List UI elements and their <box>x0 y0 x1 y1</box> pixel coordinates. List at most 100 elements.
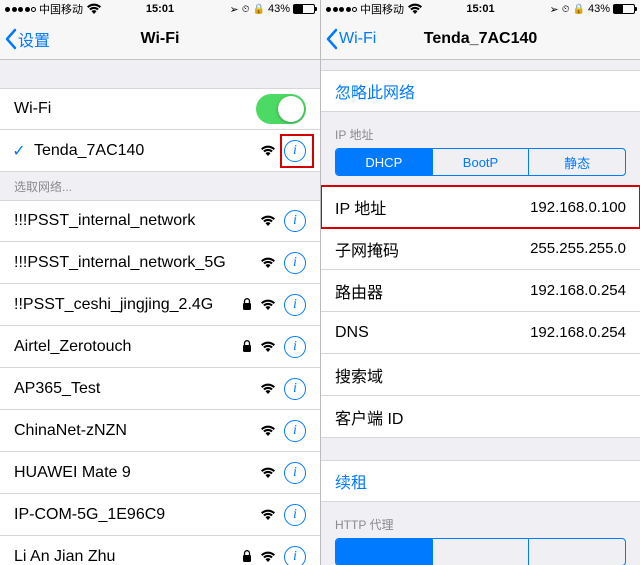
info-icon[interactable]: i <box>284 378 306 400</box>
wifi-toggle-row[interactable]: Wi-Fi <box>0 88 320 130</box>
lock-icon <box>242 550 252 563</box>
info-icon[interactable]: i <box>284 252 306 274</box>
field-key: 客户端 ID <box>335 405 626 429</box>
network-row[interactable]: !!PSST_ceshi_jingjing_2.4Gi <box>0 284 320 326</box>
nav-title: Tenda_7AC140 <box>424 30 538 48</box>
network-row[interactable]: AP365_Test i <box>0 368 320 410</box>
compass-icon: ➢ <box>229 3 238 16</box>
network-row[interactable]: Li An Jian Zhu i <box>0 536 320 565</box>
carrier-label: 中国移动 <box>360 1 404 17</box>
carrier-label: 中国移动 <box>39 1 83 17</box>
wifi-signal-icon <box>260 145 276 157</box>
proxy-tab-1[interactable] <box>336 539 433 565</box>
lock-icon <box>242 298 252 311</box>
forget-network-label: 忽略此网络 <box>335 79 626 103</box>
info-icon[interactable]: i <box>284 140 306 162</box>
field-value: 192.168.0.100 <box>530 199 626 216</box>
network-name: ChinaNet-zNZN <box>14 422 260 440</box>
rotation-lock-icon: 🔒 <box>253 4 265 15</box>
back-label: Wi-Fi <box>339 30 376 48</box>
proxy-segmented[interactable] <box>335 538 626 565</box>
wifi-status-icon <box>407 3 423 15</box>
ip-field-row[interactable]: IP 地址192.168.0.100 <box>321 186 640 228</box>
wifi-signal-icon <box>260 425 276 437</box>
alarm-icon: ⏲ <box>562 4 570 15</box>
info-icon[interactable]: i <box>284 462 306 484</box>
info-icon[interactable]: i <box>284 546 306 565</box>
info-icon[interactable]: i <box>284 504 306 526</box>
clock: 15:01 <box>146 3 174 15</box>
info-icon[interactable]: i <box>284 210 306 232</box>
renew-lease-label: 续租 <box>335 469 626 493</box>
back-button[interactable]: Wi-Fi <box>321 28 376 50</box>
info-icon[interactable]: i <box>284 420 306 442</box>
alarm-icon: ⏲ <box>242 4 250 15</box>
wifi-status-icon <box>86 3 102 15</box>
signal-dots-icon <box>326 7 357 12</box>
signal-dots-icon <box>5 7 36 12</box>
info-icon[interactable]: i <box>284 336 306 358</box>
field-value: 192.168.0.254 <box>530 282 626 299</box>
network-row[interactable]: !!!PSST_internal_network_5G i <box>0 242 320 284</box>
compass-icon: ➢ <box>549 3 558 16</box>
battery-icon <box>293 4 315 14</box>
clock: 15:01 <box>466 3 494 15</box>
forget-network-button[interactable]: 忽略此网络 <box>321 70 640 112</box>
connected-network-name: Tenda_7AC140 <box>34 142 260 160</box>
status-bar: 中国移动 15:01 ➢ ⏲ 🔒 43% <box>321 0 640 18</box>
network-name: Li An Jian Zhu <box>14 548 242 565</box>
network-name: Airtel_Zerotouch <box>14 338 242 356</box>
renew-lease-button[interactable]: 续租 <box>321 460 640 502</box>
lock-icon <box>242 340 252 353</box>
network-row[interactable]: IP-COM-5G_1E96C9 i <box>0 494 320 536</box>
nav-bar: Wi-Fi Tenda_7AC140 <box>321 18 640 60</box>
chevron-left-icon <box>325 28 339 50</box>
ip-field-row[interactable]: DNS192.168.0.254 <box>321 312 640 354</box>
ip-field-row[interactable]: 子网掩码255.255.255.0 <box>321 228 640 270</box>
network-name: !!!PSST_internal_network <box>14 212 260 230</box>
rotation-lock-icon: 🔒 <box>573 4 585 15</box>
tab-dhcp[interactable]: DHCP <box>336 149 433 175</box>
status-bar: 中国移动 15:01 ➢ ⏲ 🔒 43% <box>0 0 320 18</box>
network-name: AP365_Test <box>14 380 260 398</box>
wifi-signal-icon <box>260 215 276 227</box>
checkmark-icon: ✓ <box>10 141 28 161</box>
ip-field-row[interactable]: 路由器192.168.0.254 <box>321 270 640 312</box>
wifi-toggle-label: Wi-Fi <box>14 100 256 118</box>
network-name: !!!PSST_internal_network_5G <box>14 254 260 272</box>
choose-network-header: 选取网络... <box>0 172 320 200</box>
field-value: 192.168.0.254 <box>530 324 626 341</box>
proxy-tab-2[interactable] <box>433 539 530 565</box>
field-key: 搜索域 <box>335 363 626 387</box>
field-key: 子网掩码 <box>335 237 530 261</box>
back-label: 设置 <box>18 27 50 51</box>
proxy-tab-3[interactable] <box>529 539 625 565</box>
connected-network-row[interactable]: ✓ Tenda_7AC140 i <box>0 130 320 172</box>
wifi-signal-icon <box>260 383 276 395</box>
battery-pct: 43% <box>588 3 610 15</box>
field-key: DNS <box>335 324 530 342</box>
tab-bootp[interactable]: BootP <box>433 149 530 175</box>
tab-static[interactable]: 静态 <box>529 149 625 175</box>
ip-mode-segmented[interactable]: DHCP BootP 静态 <box>335 148 626 176</box>
chevron-left-icon <box>4 28 18 50</box>
wifi-signal-icon <box>260 467 276 479</box>
network-name: HUAWEI Mate 9 <box>14 464 260 482</box>
back-button[interactable]: 设置 <box>0 27 50 51</box>
wifi-toggle[interactable] <box>256 94 306 124</box>
ip-field-row[interactable]: 客户端 ID <box>321 396 640 438</box>
network-row[interactable]: Airtel_Zerotouch i <box>0 326 320 368</box>
wifi-signal-icon <box>260 341 276 353</box>
field-key: IP 地址 <box>335 195 530 219</box>
info-icon[interactable]: i <box>284 294 306 316</box>
ip-section-header: IP 地址 <box>321 112 640 148</box>
network-name: IP-COM-5G_1E96C9 <box>14 506 260 524</box>
network-row[interactable]: !!!PSST_internal_network i <box>0 200 320 242</box>
nav-bar: 设置 Wi-Fi <box>0 18 320 60</box>
field-key: 路由器 <box>335 279 530 303</box>
network-row[interactable]: ChinaNet-zNZN i <box>0 410 320 452</box>
network-row[interactable]: HUAWEI Mate 9 i <box>0 452 320 494</box>
wifi-signal-icon <box>260 551 276 563</box>
ip-field-row[interactable]: 搜索域 <box>321 354 640 396</box>
http-proxy-header: HTTP 代理 <box>321 502 640 538</box>
